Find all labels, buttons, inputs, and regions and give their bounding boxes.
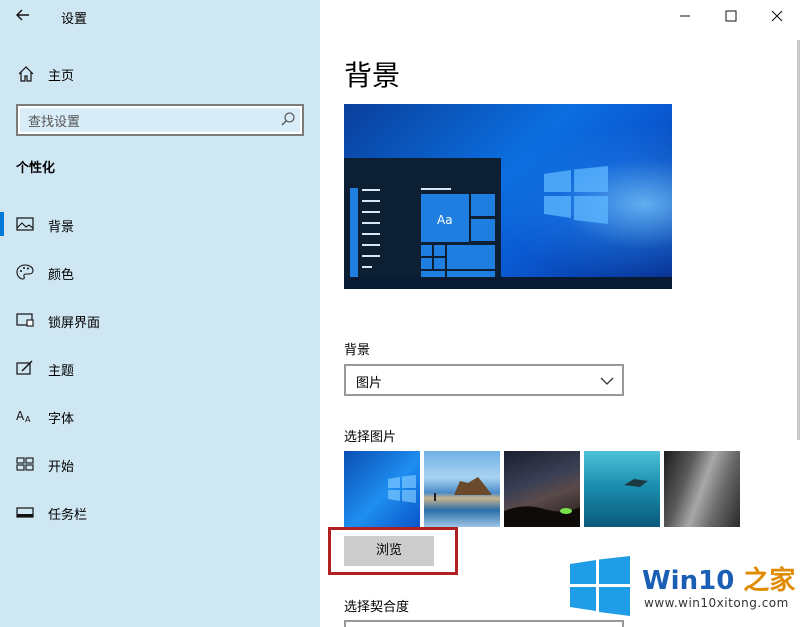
sidebar-item-fonts[interactable]: AA 字体 xyxy=(0,392,320,440)
lockscreen-icon xyxy=(16,313,34,327)
minimize-icon xyxy=(680,15,690,17)
close-button[interactable] xyxy=(754,0,800,32)
sidebar-item-home[interactable]: 主页 xyxy=(0,58,320,90)
sidebar-item-background[interactable]: 背景 xyxy=(0,200,320,248)
sidebar-item-taskbar[interactable]: 任务栏 xyxy=(0,488,320,536)
picture-icon xyxy=(16,217,34,231)
sidebar-item-lockscreen[interactable]: 锁屏界面 xyxy=(0,296,320,344)
search-placeholder: 查找设置 xyxy=(28,115,81,130)
sidebar-item-colors[interactable]: 颜色 xyxy=(0,248,320,296)
svg-text:A: A xyxy=(16,409,25,423)
search-input[interactable]: 查找设置 xyxy=(16,104,304,136)
close-icon xyxy=(771,10,783,22)
font-icon: AA xyxy=(16,409,31,424)
section-title: 个性化 xyxy=(16,161,56,176)
sidebar: 设置 主页 查找设置 个性化 背景 颜色 锁屏界面 主题 AA 字体 开始 任务… xyxy=(0,0,320,627)
preview-start-menu: Aa xyxy=(344,158,501,289)
thumbnail-beach-rocks[interactable] xyxy=(424,451,500,527)
page-title: 背景 xyxy=(344,59,401,92)
sidebar-item-label: 字体 xyxy=(48,412,75,427)
browse-button[interactable]: 浏览 xyxy=(344,536,434,566)
maximize-button[interactable] xyxy=(708,0,754,32)
window-title: 设置 xyxy=(61,12,88,27)
svg-text:A: A xyxy=(25,415,31,424)
windows-logo-icon xyxy=(570,556,630,616)
sidebar-item-label: 任务栏 xyxy=(48,508,88,523)
thumbnail-underwater[interactable] xyxy=(584,451,660,527)
background-type-select[interactable]: 图片 xyxy=(344,364,624,396)
fit-select[interactable] xyxy=(344,620,624,627)
maximize-icon xyxy=(725,10,737,22)
background-type-value: 图片 xyxy=(356,376,383,391)
preview-sample-text: Aa xyxy=(437,213,453,227)
sidebar-item-label: 背景 xyxy=(48,220,75,235)
fit-label: 选择契合度 xyxy=(344,600,410,615)
sidebar-item-start[interactable]: 开始 xyxy=(0,440,320,488)
background-label: 背景 xyxy=(344,343,371,358)
back-button[interactable] xyxy=(14,6,36,26)
back-arrow-icon xyxy=(16,9,29,21)
picture-thumbnails xyxy=(344,451,740,527)
start-icon xyxy=(16,457,34,471)
preview-taskbar xyxy=(344,277,672,289)
thumbnail-rock-cliff[interactable] xyxy=(664,451,740,527)
theme-icon xyxy=(16,360,33,375)
watermark-url: www.win10xitong.com xyxy=(644,596,789,610)
palette-icon xyxy=(16,264,34,280)
sidebar-item-label: 锁屏界面 xyxy=(48,316,101,331)
watermark: Win10 之家 www.win10xitong.com xyxy=(570,556,800,616)
sidebar-item-label: 颜色 xyxy=(48,268,75,283)
home-icon xyxy=(18,66,34,82)
thumbnail-windows-blue[interactable] xyxy=(344,451,420,527)
sidebar-item-label: 主题 xyxy=(48,364,75,379)
sidebar-item-themes[interactable]: 主题 xyxy=(0,344,320,392)
sidebar-item-label: 主页 xyxy=(48,68,75,84)
main-pane: 背景 Aa 背景 图片 选择图片 浏览 选择契合度 xyxy=(320,0,800,627)
thumbnail-night-sky[interactable] xyxy=(504,451,580,527)
active-indicator xyxy=(0,212,4,236)
taskbar-icon xyxy=(16,507,34,518)
chevron-down-icon xyxy=(600,377,614,385)
choose-picture-label: 选择图片 xyxy=(344,430,397,445)
watermark-brand: Win10 之家 xyxy=(642,566,796,596)
minimize-button[interactable] xyxy=(662,0,708,32)
sidebar-item-label: 开始 xyxy=(48,460,75,475)
desktop-preview: Aa xyxy=(344,104,672,289)
windows-logo-icon xyxy=(544,166,608,224)
search-icon[interactable] xyxy=(280,111,296,127)
sidebar-nav: 背景 颜色 锁屏界面 主题 AA 字体 开始 任务栏 xyxy=(0,200,320,536)
